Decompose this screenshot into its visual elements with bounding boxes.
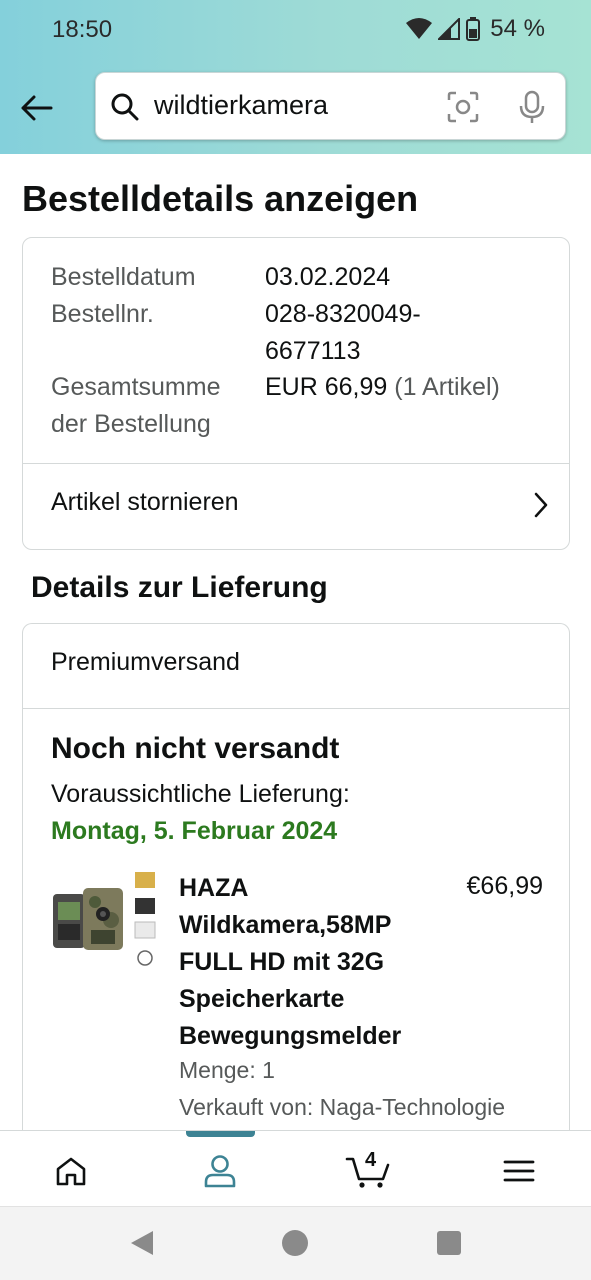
signal-icon xyxy=(438,18,461,40)
product-title-line: Wildkamera,58MP xyxy=(179,911,392,939)
active-tab-indicator xyxy=(186,1131,255,1137)
product-seller: Verkauft von: Naga-Technologie xyxy=(179,1094,506,1120)
product-title-line: Bewegungsmelder xyxy=(179,1022,402,1050)
cancel-items-row[interactable]: Artikel stornieren xyxy=(23,464,569,549)
cart-count-badge: 4 xyxy=(365,1149,377,1171)
order-number-value-line2: 6677113 xyxy=(265,337,361,365)
cancel-items-label: Artikel stornieren xyxy=(51,488,239,516)
shipping-method: Premiumversand xyxy=(51,648,240,676)
nav-account[interactable] xyxy=(195,1149,245,1193)
order-total-items: (1 Artikel) xyxy=(394,373,500,401)
delivery-estimate-label: Voraussichtliche Lieferung: xyxy=(51,780,350,808)
status-icons: 54 % xyxy=(406,15,545,43)
order-number-label: Bestellnr. xyxy=(51,300,154,328)
order-summary-card: Bestelldatum 03.02.2024 Bestellnr. 028-8… xyxy=(22,237,570,550)
search-input[interactable] xyxy=(154,90,434,121)
delivery-section-title: Details zur Lieferung xyxy=(31,571,328,604)
camera-search-icon[interactable] xyxy=(447,91,479,123)
product-title-line: FULL HD mit 32G xyxy=(179,948,385,976)
chevron-right-icon xyxy=(534,492,548,518)
system-nav-bar xyxy=(0,1206,591,1280)
delivery-estimate-date: Montag, 5. Februar 2024 xyxy=(51,817,338,845)
order-date-label: Bestelldatum xyxy=(51,263,196,291)
battery-percent: 54 % xyxy=(490,15,545,42)
nav-menu[interactable] xyxy=(494,1149,544,1193)
product-title[interactable]: HAZA Wildkamera,58MP FULL HD mit 32G Spe… xyxy=(179,870,439,1055)
product-title-line: HAZA xyxy=(179,874,249,902)
app-header: 18:50 54 % xyxy=(0,0,591,154)
search-bar[interactable] xyxy=(95,72,566,140)
nav-home[interactable] xyxy=(46,1149,96,1193)
product-image[interactable] xyxy=(51,870,157,970)
product-title-line: Speicherkarte xyxy=(179,985,345,1013)
system-recents-icon[interactable] xyxy=(436,1230,462,1256)
system-home-icon[interactable] xyxy=(281,1229,309,1257)
wifi-icon xyxy=(406,18,433,39)
order-total-value: EUR 66,99 xyxy=(265,373,388,401)
product-quantity: Menge: 1 xyxy=(179,1057,275,1083)
delivery-card: Premiumversand Noch nicht versandt Vorau… xyxy=(22,623,570,1183)
order-total-label-line1: Gesamtsumme xyxy=(51,373,221,401)
page-title: Bestelldetails anzeigen xyxy=(22,178,419,219)
bottom-nav: 4 xyxy=(0,1130,591,1206)
status-bar: 18:50 54 % xyxy=(0,0,591,58)
back-arrow-icon xyxy=(21,95,53,121)
product-price: €66,99 xyxy=(466,872,543,900)
order-number-value-line1: 028-8320049- xyxy=(265,300,421,328)
account-icon xyxy=(204,1155,236,1188)
microphone-icon[interactable] xyxy=(519,90,545,124)
battery-icon xyxy=(466,17,481,41)
search-icon xyxy=(111,93,139,121)
system-back-icon[interactable] xyxy=(129,1229,155,1257)
divider xyxy=(23,708,569,709)
order-date-value: 03.02.2024 xyxy=(265,263,391,291)
status-time: 18:50 xyxy=(52,16,113,43)
menu-icon xyxy=(503,1160,535,1182)
shipping-status: Noch nicht versandt xyxy=(51,732,340,765)
order-total-label-line2: der Bestellung xyxy=(51,410,211,438)
home-icon xyxy=(56,1157,86,1186)
back-button[interactable] xyxy=(14,86,58,130)
order-total-value-row: EUR 66,99 (1 Artikel) xyxy=(265,369,500,406)
